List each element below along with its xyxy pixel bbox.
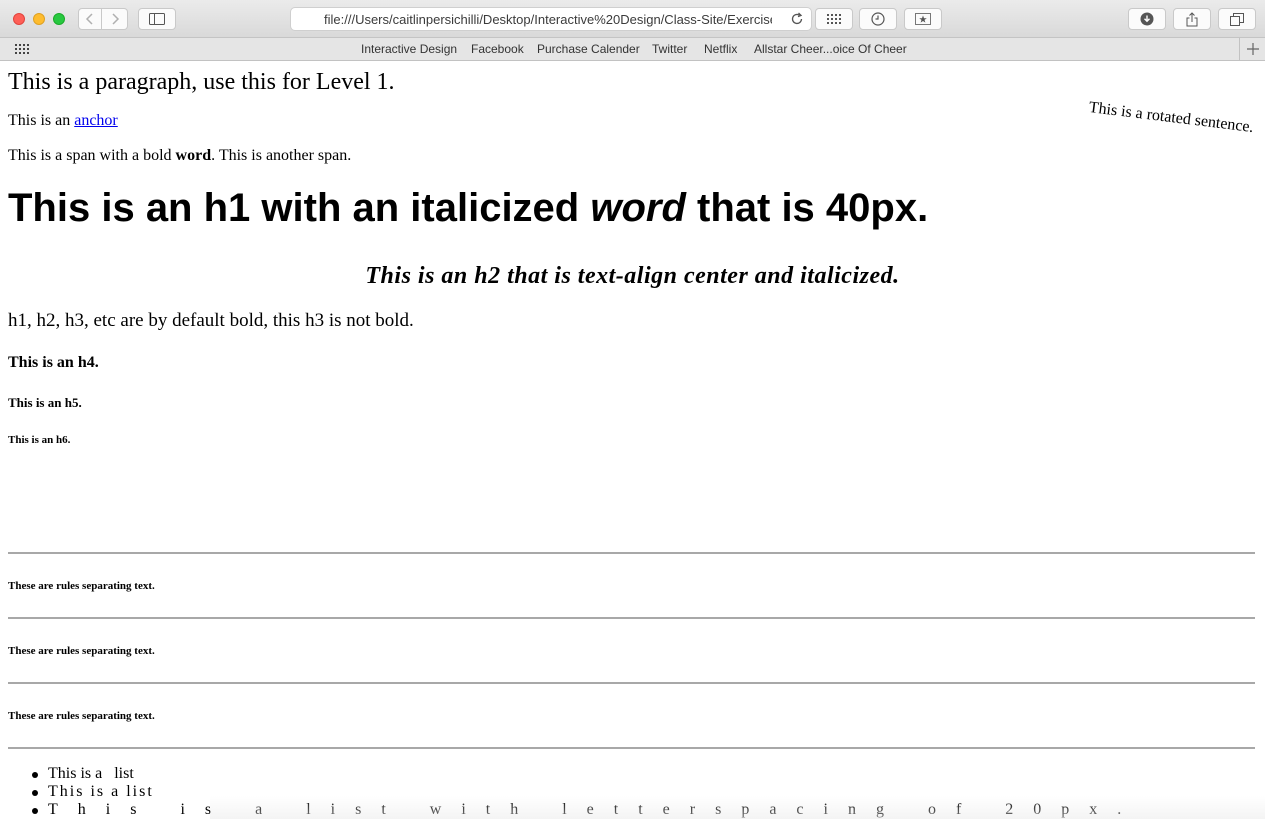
sidebar-toggle-button[interactable] <box>138 8 176 30</box>
chevron-right-icon <box>111 13 119 25</box>
h1-italic-word: word <box>590 186 686 230</box>
span-paragraph: This is a span with a bold word. This is… <box>8 147 351 165</box>
list-item: This is a list <box>0 783 1141 801</box>
horizontal-rule <box>8 552 1255 554</box>
bookmark-allstar-cheer[interactable]: Allstar Cheer...oice Of Cheer <box>754 42 907 56</box>
web-page-content: This is a paragraph, use this for Level … <box>0 61 1265 819</box>
bookmark-twitter[interactable]: Twitter <box>652 42 687 56</box>
rule-text: These are rules separating text. <box>8 580 155 592</box>
list-item: This is a list <box>0 765 1141 783</box>
bookmarks-button[interactable] <box>904 8 942 30</box>
span-text-before: This is a span with a bold <box>8 147 176 164</box>
address-bar[interactable]: file:///Users/caitlinpersichilli/Desktop… <box>290 7 812 31</box>
zoom-window-button[interactable] <box>53 13 65 25</box>
sidebar-icon <box>149 13 165 25</box>
reload-icon[interactable] <box>790 12 804 29</box>
anchor-prefix: This is an <box>8 112 75 129</box>
anchor-link[interactable]: anchor <box>74 112 118 129</box>
h1-text-before: This is an h1 with an italicized <box>8 186 591 230</box>
download-icon <box>1140 12 1154 26</box>
horizontal-rule <box>8 617 1255 619</box>
new-tab-button[interactable] <box>1239 38 1265 60</box>
minimize-window-button[interactable] <box>33 13 45 25</box>
level1-paragraph: This is a paragraph, use this for Level … <box>8 69 395 95</box>
heading-h2: This is an h2 that is text-align center … <box>365 263 900 289</box>
close-window-button[interactable] <box>13 13 25 25</box>
bulleted-list: This is a list This is a list This is a … <box>0 765 1141 819</box>
bookmark-facebook[interactable]: Facebook <box>471 42 524 56</box>
horizontal-rule <box>8 682 1255 684</box>
bookmark-purchase-calender[interactable]: Purchase Calender <box>537 42 640 56</box>
heading-h5: This is an h5. <box>8 395 82 410</box>
heading-h4: This is an h4. <box>8 354 99 371</box>
heading-h3: h1, h2, h3, etc are by default bold, thi… <box>8 310 414 331</box>
heading-h6: This is an h6. <box>8 434 71 446</box>
rule-text: These are rules separating text. <box>8 645 155 657</box>
share-icon <box>1186 11 1198 26</box>
span-text-after: . This is another span. <box>211 147 352 164</box>
h1-text-after: that is 40px. <box>685 186 929 230</box>
show-all-bookmarks-icon[interactable] <box>15 43 29 57</box>
downloads-button[interactable] <box>1128 8 1166 30</box>
chevron-left-icon <box>85 13 93 25</box>
share-button[interactable] <box>1173 8 1211 30</box>
star-icon <box>915 13 931 25</box>
rule-text: These are rules separating text. <box>8 710 155 722</box>
browser-toolbar: file:///Users/caitlinpersichilli/Desktop… <box>0 0 1265 38</box>
bookmark-netflix[interactable]: Netflix <box>704 42 737 56</box>
bold-word: word <box>175 147 212 164</box>
anchor-paragraph: This is an anchor <box>8 112 118 130</box>
tabs-icon <box>1230 12 1244 26</box>
history-button[interactable] <box>859 8 897 30</box>
bookmark-interactive-design[interactable]: Interactive Design <box>361 42 457 56</box>
tabs-overview-button[interactable] <box>1218 8 1256 30</box>
forward-button[interactable] <box>102 8 128 30</box>
rotated-sentence: This is a rotated sentence. <box>1087 99 1255 137</box>
plus-icon <box>1246 43 1259 55</box>
back-button[interactable] <box>78 8 102 30</box>
url-text: file:///Users/caitlinpersichilli/Desktop… <box>324 12 772 27</box>
grid-icon <box>827 14 841 24</box>
horizontal-rule <box>8 747 1255 749</box>
top-sites-button[interactable] <box>815 8 853 30</box>
favorites-bar: Interactive Design Facebook Purchase Cal… <box>0 38 1265 61</box>
heading-h1: This is an h1 with an italicized word th… <box>8 186 928 231</box>
clock-icon <box>871 12 885 26</box>
list-item: This is a list with letterspacing of 20p… <box>0 801 1141 819</box>
